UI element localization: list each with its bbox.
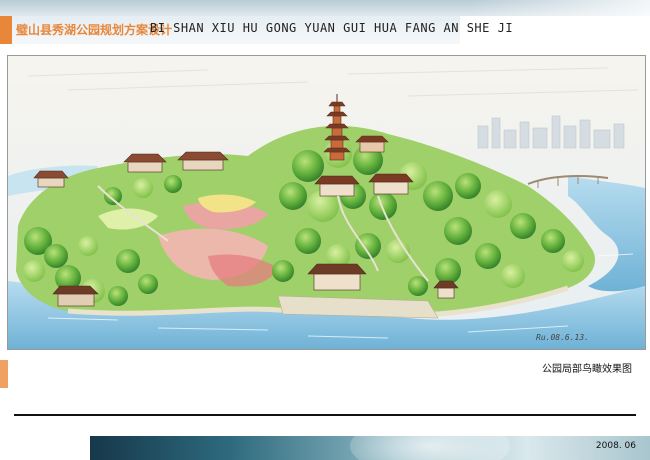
- project-title-pinyin: BI SHAN XIU HU GONG YUAN GUI HUA FANG AN…: [150, 21, 514, 35]
- bottom-banner: [90, 436, 650, 460]
- artist-signature: Ru.08.6.13.: [536, 333, 589, 342]
- top-banner: [0, 0, 650, 16]
- date-label: 2008. 06: [595, 441, 636, 451]
- horizontal-divider: [14, 414, 636, 416]
- project-title-cn: 璧山县秀湖公园规划方案设计: [16, 23, 173, 37]
- top-banner-shine: [470, 0, 650, 16]
- drawing-caption: 公园局部鸟瞰效果图: [542, 364, 632, 375]
- aerial-sketch-illustration: Ru.08.6.13.: [8, 56, 645, 349]
- aerial-view-drawing: Ru.08.6.13.: [7, 55, 646, 350]
- title-accent-bar: [0, 16, 12, 44]
- side-accent-bar: [0, 360, 8, 388]
